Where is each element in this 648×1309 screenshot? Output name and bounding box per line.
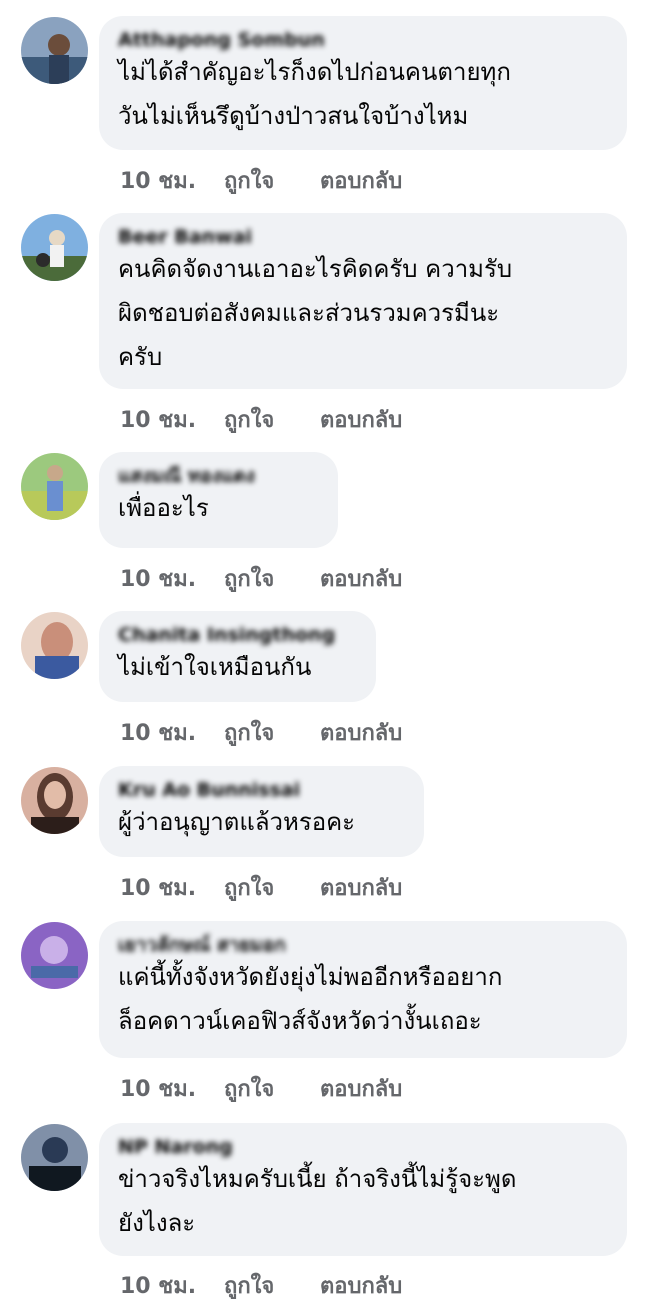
comment-time[interactable]: 10 ชม. [120, 163, 224, 198]
like-link[interactable]: ถูกใจ [224, 870, 320, 905]
comment-author[interactable]: Kru Ao Bunnissai [118, 778, 406, 802]
comment-bubble: Beer Banwai คนคิดจัดงานเอาอะไรคิดครับ คว… [99, 213, 627, 389]
comment-author[interactable]: Chanita Insingthong [118, 623, 358, 647]
reply-link[interactable]: ตอบกลับ [320, 1071, 402, 1106]
comment-bubble: เยาวลักษณ์ สายมอก แค่นี้ทั้งจังหวัดยังยุ… [99, 921, 627, 1058]
avatar-photo [21, 453, 88, 520]
comment-actions: 10 ชม. ถูกใจ ตอบกลับ [120, 561, 402, 596]
like-link[interactable]: ถูกใจ [224, 1268, 320, 1303]
avatar-photo [21, 612, 88, 679]
avatar-photo [21, 214, 88, 281]
avatar-photo [21, 767, 88, 834]
avatar[interactable] [21, 1124, 88, 1191]
comment-bubble: Atthapong Sombun ไม่ได้สำคัญอะไรก็งดไปก่… [99, 16, 627, 150]
comment-text-line: ไม่ได้สำคัญอะไรก็งดไปก่อนคนตายทุก [118, 58, 511, 86]
avatar-photo [21, 922, 88, 989]
comment-author[interactable]: Atthapong Sombun [118, 28, 609, 52]
avatar[interactable] [21, 612, 88, 679]
comment-time[interactable]: 10 ชม. [120, 561, 224, 596]
comment-text: ผู้ว่าอนุญาตแล้วหรอคะ [118, 800, 406, 844]
like-link[interactable]: ถูกใจ [224, 163, 320, 198]
comment-text-line: ผิดชอบต่อสังคมและส่วนรวมควรมีนะ [118, 299, 500, 327]
comment-text: ไม่ได้สำคัญอะไรก็งดไปก่อนคนตายทุก วันไม่… [118, 50, 609, 138]
reply-link[interactable]: ตอบกลับ [320, 561, 402, 596]
comment-text: คนคิดจัดงานเอาอะไรคิดครับ ความรับ ผิดชอบ… [118, 247, 609, 379]
avatar[interactable] [21, 767, 88, 834]
comment-text-line: คนคิดจัดงานเอาอะไรคิดครับ ความรับ [118, 255, 513, 283]
comment-time[interactable]: 10 ชม. [120, 1071, 224, 1106]
comment-actions: 10 ชม. ถูกใจ ตอบกลับ [120, 163, 402, 198]
comment-text: ไม่เข้าใจเหมือนกัน [118, 645, 358, 689]
comment-actions: 10 ชม. ถูกใจ ตอบกลับ [120, 715, 402, 750]
comment-author[interactable]: Beer Banwai [118, 225, 609, 249]
reply-link[interactable]: ตอบกลับ [320, 402, 402, 437]
like-link[interactable]: ถูกใจ [224, 1071, 320, 1106]
reply-link[interactable]: ตอบกลับ [320, 1268, 402, 1303]
comment-actions: 10 ชม. ถูกใจ ตอบกลับ [120, 1071, 402, 1106]
comment-actions: 10 ชม. ถูกใจ ตอบกลับ [120, 402, 402, 437]
avatar[interactable] [21, 922, 88, 989]
comment-bubble: แสงมณี ทองแดง เพื่ออะไร [99, 452, 338, 548]
comment-time[interactable]: 10 ชม. [120, 402, 224, 437]
comment-bubble: NP Narong ข่าวจริงไหมครับเนี้ย ถ้าจริงนี… [99, 1123, 627, 1256]
avatar[interactable] [21, 214, 88, 281]
like-link[interactable]: ถูกใจ [224, 715, 320, 750]
like-link[interactable]: ถูกใจ [224, 561, 320, 596]
comment-text-line: ไม่เข้าใจเหมือนกัน [118, 653, 312, 681]
avatar[interactable] [21, 453, 88, 520]
avatar-photo [21, 17, 88, 84]
comment-text-line: ผู้ว่าอนุญาตแล้วหรอคะ [118, 808, 356, 836]
comment-text-line: ยังไงละ [118, 1209, 196, 1237]
comment-actions: 10 ชม. ถูกใจ ตอบกลับ [120, 1268, 402, 1303]
comment-text-line: วันไม่เห็นรึดูบ้างป่าวสนใจบ้างไหม [118, 102, 469, 130]
reply-link[interactable]: ตอบกลับ [320, 163, 402, 198]
avatar[interactable] [21, 17, 88, 84]
comments-list: Atthapong Sombun ไม่ได้สำคัญอะไรก็งดไปก่… [0, 0, 648, 1309]
comment-author[interactable]: NP Narong [118, 1135, 609, 1159]
comment-bubble: Kru Ao Bunnissai ผู้ว่าอนุญาตแล้วหรอคะ [99, 766, 424, 857]
comment-author[interactable]: เยาวลักษณ์ สายมอก [118, 933, 609, 957]
comment-text: แค่นี้ทั้งจังหวัดยังยุ่งไม่พออีกหรืออยาก… [118, 955, 609, 1043]
comment-time[interactable]: 10 ชม. [120, 870, 224, 905]
comment-author[interactable]: แสงมณี ทองแดง [118, 464, 320, 488]
comment-text-line: ครับ [118, 343, 163, 371]
comment-text-line: ล็อคดาวน์เคอฟิวส์จังหวัดว่างั้นเถอะ [118, 1007, 482, 1035]
comment-bubble: Chanita Insingthong ไม่เข้าใจเหมือนกัน [99, 611, 376, 702]
avatar-photo [21, 1124, 88, 1191]
like-link[interactable]: ถูกใจ [224, 402, 320, 437]
comment-text: เพื่ออะไร [118, 486, 320, 530]
comment-text-line: เพื่ออะไร [118, 494, 209, 522]
comment-text-line: แค่นี้ทั้งจังหวัดยังยุ่งไม่พออีกหรืออยาก [118, 963, 503, 991]
reply-link[interactable]: ตอบกลับ [320, 870, 402, 905]
reply-link[interactable]: ตอบกลับ [320, 715, 402, 750]
comment-text: ข่าวจริงไหมครับเนี้ย ถ้าจริงนี้ไม่รู้จะพ… [118, 1157, 609, 1245]
comment-time[interactable]: 10 ชม. [120, 1268, 224, 1303]
comment-text-line: ข่าวจริงไหมครับเนี้ย ถ้าจริงนี้ไม่รู้จะพ… [118, 1165, 517, 1193]
comment-actions: 10 ชม. ถูกใจ ตอบกลับ [120, 870, 402, 905]
comment-time[interactable]: 10 ชม. [120, 715, 224, 750]
